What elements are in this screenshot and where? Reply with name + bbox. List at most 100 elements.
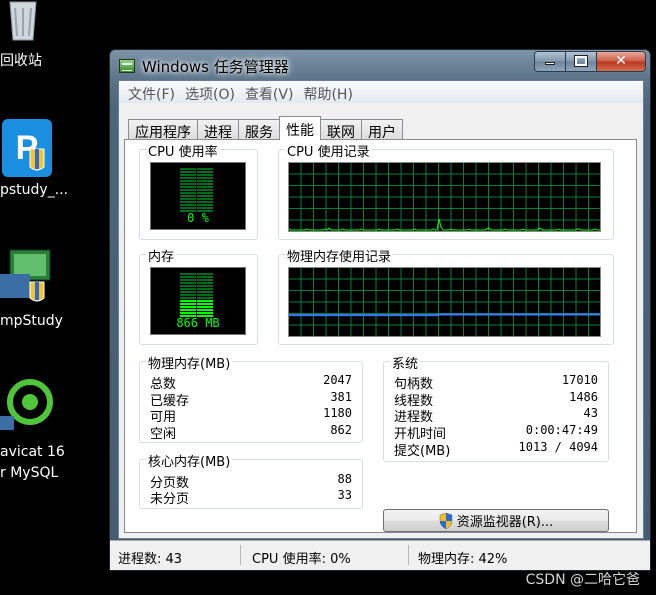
resource-monitor-button[interactable]: 资源监视器(R)... [383, 509, 609, 532]
cpu-meter-segment [180, 201, 196, 203]
menu-view[interactable]: 查看(V) [241, 81, 298, 103]
menu-help[interactable]: 帮助(H) [299, 81, 356, 103]
tab-services[interactable]: 服务 [238, 119, 280, 141]
memory-history-graph [288, 267, 601, 337]
system-row: 线程数 1486 [394, 390, 598, 409]
memory-meter-segment [180, 276, 196, 278]
cpu-meter-segment [197, 183, 213, 185]
memory-meter-segment [197, 306, 213, 308]
row-value: 17010 [561, 373, 598, 387]
cpu-meter-segment [197, 186, 213, 188]
system-row: 提交(MB) 1013 / 4094 [394, 440, 598, 459]
row-value: 1013 / 4094 [518, 440, 598, 454]
physical-memory-row: 已缓存 381 [150, 390, 352, 409]
kernel-memory-group: 核心内存(MB) 分页数 88 未分页 33 [139, 451, 363, 509]
system-row: 句柄数 17010 [394, 373, 598, 392]
memory-meter-segment [180, 303, 196, 305]
row-value: 862 [330, 423, 352, 437]
cpu-history-line [289, 218, 600, 231]
memory-meter: 866 MB [150, 267, 246, 335]
cpu-meter-segment [197, 180, 213, 182]
desktop-icon-label: avicat 16 [0, 444, 65, 460]
tab-strip: 应用程序 进程 服务 性能 联网 用户 [128, 116, 403, 141]
cpu-meter-segment [180, 195, 196, 197]
tab-performance[interactable]: 性能 [279, 116, 321, 140]
memory-meter-segment [197, 294, 213, 296]
system-group: 系统 句柄数 17010 线程数 1486 进程数 43 开机时间 0:00:4… [383, 353, 609, 462]
cpu-usage-title: CPU 使用率 [146, 141, 220, 160]
status-divider [240, 545, 241, 565]
physical-memory-row: 总数 2047 [150, 373, 352, 392]
memory-meter-segment [197, 285, 213, 287]
memory-meter-segment [197, 297, 213, 299]
memory-meter-segment [180, 312, 196, 314]
cpu-history-graph [288, 162, 601, 232]
cpu-meter-segment [180, 207, 196, 209]
memory-meter-segment [180, 273, 196, 275]
tab-applications[interactable]: 应用程序 [128, 119, 198, 141]
cpu-meter-segment [197, 198, 213, 200]
status-cpu-usage: CPU 使用率: 0% [252, 552, 351, 567]
kernel-memory-row: 分页数 88 [150, 472, 352, 491]
row-value: 43 [583, 406, 598, 420]
tab-networking[interactable]: 联网 [320, 119, 362, 141]
memory-meter-segment [180, 291, 196, 293]
cpu-meter-segment [180, 180, 196, 182]
row-value: 0:00:47:49 [525, 423, 598, 437]
system-row: 开机时间 0:00:47:49 [394, 423, 598, 442]
desktop-icon-label: r MySQL [0, 465, 59, 481]
cpu-history-group: CPU 使用记录 [278, 141, 614, 240]
row-value: 1180 [323, 406, 352, 420]
memory-meter-segment [180, 282, 196, 284]
memory-history-title: 物理内存使用记录 [285, 246, 394, 265]
cpu-meter-segment [197, 195, 213, 197]
memory-group: 内存 866 MB [139, 246, 258, 345]
minimize-button[interactable] [535, 52, 566, 71]
cpu-meter-segment [180, 204, 196, 206]
task-manager-window: Windows 任务管理器 ✕ 文件(F) 选项(O) 查看(V) 帮助(H) … [109, 49, 651, 571]
memory-meter-segment [180, 294, 196, 296]
memory-meter-segment [180, 297, 196, 299]
memory-history-group: 物理内存使用记录 [278, 246, 614, 345]
close-button[interactable]: ✕ [597, 52, 645, 71]
row-label: 未分页 [150, 492, 190, 507]
window-client-area: 文件(F) 选项(O) 查看(V) 帮助(H) 应用程序 进程 服务 性能 联网… [118, 80, 644, 539]
menu-options[interactable]: 选项(O) [181, 81, 239, 103]
tab-processes[interactable]: 进程 [197, 119, 239, 141]
title-bar[interactable]: Windows 任务管理器 ✕ [110, 50, 650, 78]
cpu-usage-value: 0 % [187, 211, 209, 225]
cpu-meter-segment [197, 192, 213, 194]
minimize-icon [545, 62, 555, 65]
cpu-meter-segment [180, 168, 196, 170]
status-bar: 进程数: 43 CPU 使用率: 0% 物理内存: 42% [110, 540, 650, 570]
cpu-meter-bars [180, 168, 213, 212]
tab-users[interactable]: 用户 [361, 119, 403, 141]
row-value: 381 [330, 390, 352, 404]
cpu-meter-segment [180, 198, 196, 200]
physical-memory-row: 空闲 862 [150, 423, 352, 442]
cpu-history-title: CPU 使用记录 [285, 141, 372, 160]
window-controls: ✕ [534, 51, 646, 72]
memory-meter-segment [197, 276, 213, 278]
memory-meter-segment [197, 273, 213, 275]
kernel-memory-title: 核心内存(MB) [146, 451, 233, 470]
task-manager-app-icon [119, 59, 135, 73]
resource-monitor-label: 资源监视器(R)... [456, 515, 554, 530]
memory-meter-segment [197, 303, 213, 305]
maximize-icon [574, 55, 588, 67]
cpu-meter-segment [180, 192, 196, 194]
cpu-usage-group: CPU 使用率 0 % [139, 141, 258, 240]
cpu-meter-segment [180, 177, 196, 179]
row-label: 空闲 [150, 427, 177, 442]
cpu-usage-meter: 0 % [150, 162, 246, 230]
menu-file[interactable]: 文件(F) [124, 81, 179, 103]
cpu-meter-segment [197, 168, 213, 170]
cpu-meter-segment [197, 207, 213, 209]
row-value: 2047 [323, 373, 352, 387]
row-value: 1486 [569, 390, 598, 404]
memory-meter-segment [197, 312, 213, 314]
memory-meter-segment [180, 279, 196, 281]
maximize-button[interactable] [566, 52, 597, 71]
desktop-icon-navicat[interactable]: avicat 16 r MySQL [0, 0, 75, 485]
status-process-count: 进程数: 43 [118, 552, 183, 567]
